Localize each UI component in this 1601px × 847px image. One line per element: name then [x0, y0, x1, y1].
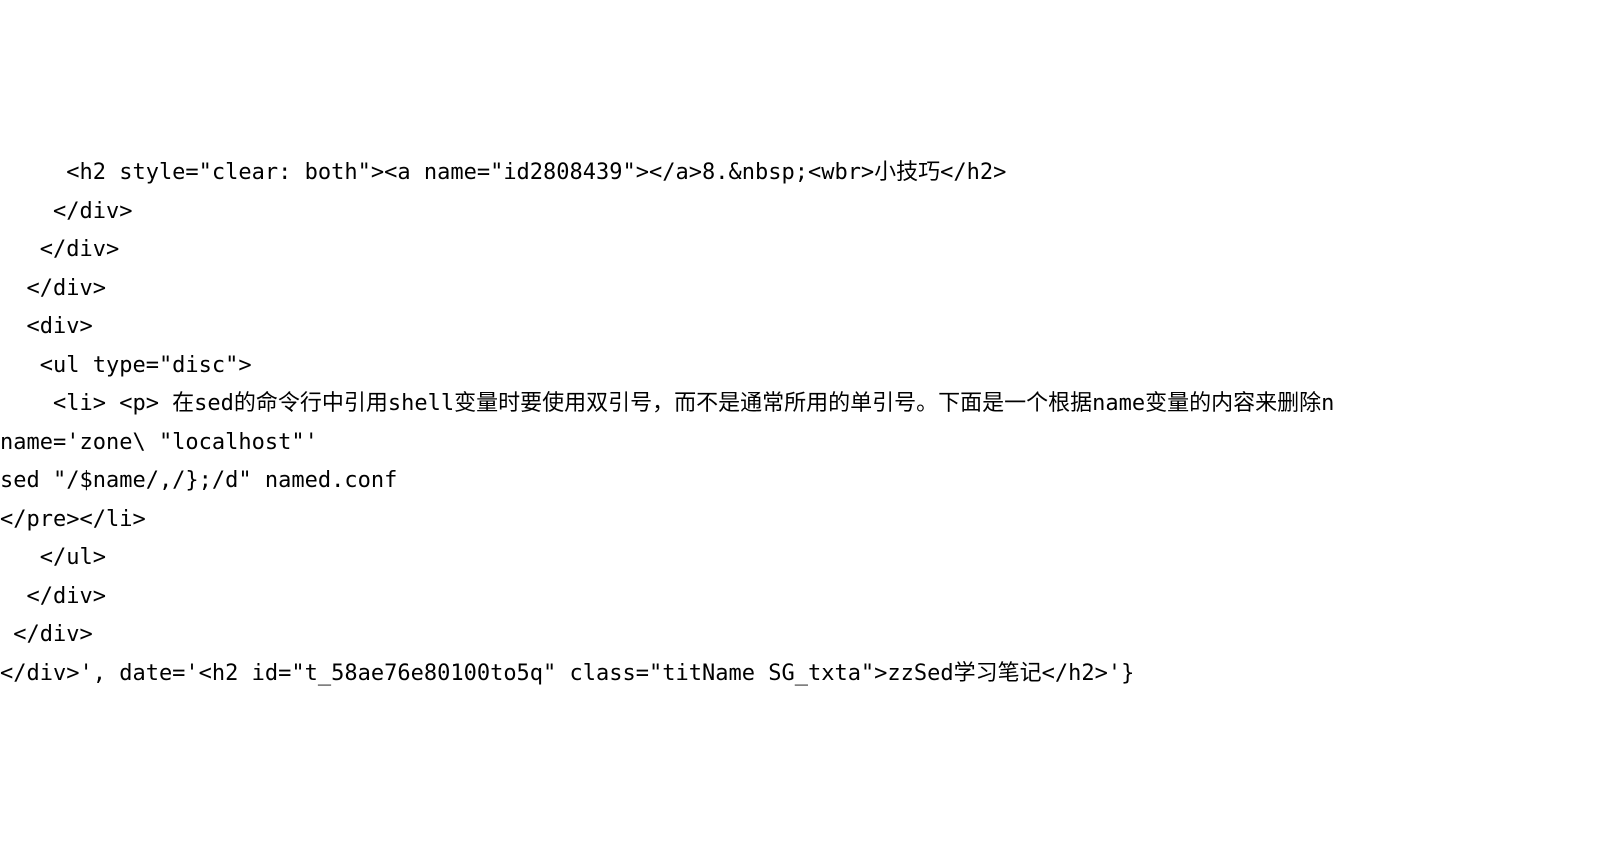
- code-line: </div>: [0, 237, 119, 262]
- code-line: </div>: [0, 276, 106, 301]
- code-line: </div>: [0, 584, 106, 609]
- code-line: <h2 style="clear: both"><a name="id28084…: [0, 160, 1006, 185]
- code-line: </div>: [0, 199, 132, 224]
- code-line: <div>: [0, 314, 93, 339]
- code-line: </div>', date='<h2 id="t_58ae76e80100to5…: [0, 661, 1134, 686]
- code-line: sed "/$name/,/};/d" named.conf: [0, 468, 397, 493]
- code-line: </ul>: [0, 545, 106, 570]
- code-line: <li> <p> 在sed的命令行中引用shell变量时要使用双引号，而不是通常…: [0, 391, 1334, 416]
- code-snippet: <h2 style="clear: both"><a name="id28084…: [0, 116, 1601, 694]
- code-line: </pre></li>: [0, 507, 146, 532]
- code-line: <ul type="disc">: [0, 353, 252, 378]
- code-line: name='zone\ "localhost"': [0, 430, 318, 455]
